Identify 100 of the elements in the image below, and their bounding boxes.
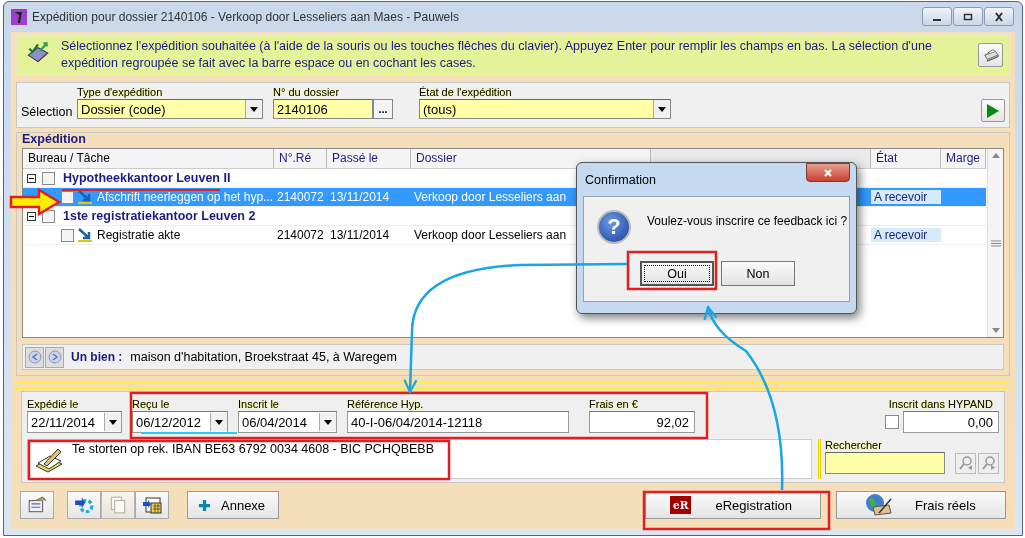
dropdown-field[interactable]: (tous) bbox=[419, 99, 671, 119]
collapse-icon[interactable] bbox=[27, 173, 36, 183]
magnifier-icon bbox=[980, 455, 997, 471]
close-button[interactable] bbox=[984, 7, 1014, 26]
caret-icon bbox=[109, 419, 117, 425]
scroll-grip-icon bbox=[990, 240, 1001, 247]
search-next-button[interactable] bbox=[978, 452, 999, 474]
dialog-title: Confirmation bbox=[584, 172, 656, 187]
collapse-icon[interactable] bbox=[27, 211, 36, 221]
field-label: Frais en € bbox=[589, 398, 639, 411]
property-label: Un bien : bbox=[71, 350, 123, 364]
pointer-arrow bbox=[9, 187, 62, 217]
caret-icon bbox=[658, 106, 666, 112]
input-field[interactable]: 2140106 bbox=[273, 99, 373, 119]
maximize-button[interactable] bbox=[953, 7, 983, 26]
office-name[interactable]: 1ste registratiekantoor Leuven 2 bbox=[63, 209, 256, 223]
date-field[interactable]: 22/11/2014 bbox=[27, 411, 122, 433]
printer-icon bbox=[981, 47, 1000, 63]
checkbox[interactable] bbox=[61, 228, 74, 242]
table-cell-text: Verkoop door Lesseliers aan bbox=[413, 228, 568, 242]
table-cell-text: 2140072 bbox=[276, 228, 325, 242]
office-name[interactable]: Hypotheekkantoor Leuven II bbox=[63, 171, 231, 185]
scroll-up-icon[interactable] bbox=[991, 153, 1000, 158]
minimize-icon bbox=[933, 18, 941, 21]
note-field[interactable]: Te storten op rek. IBAN BE63 6792 0034 4608 - BIC PCHQBEBB bbox=[27, 439, 812, 479]
checkbox[interactable] bbox=[885, 415, 899, 429]
question-icon: ? bbox=[597, 210, 631, 244]
status-cell: A recevoir bbox=[871, 228, 941, 242]
play-icon bbox=[987, 103, 999, 118]
close-icon bbox=[993, 11, 1005, 22]
caret-icon bbox=[215, 419, 223, 425]
column-header[interactable]: Passé le bbox=[327, 149, 411, 168]
previous-button[interactable] bbox=[25, 346, 44, 368]
app-icon bbox=[11, 9, 27, 25]
field-label: Expédié le bbox=[27, 398, 80, 411]
refresh-button[interactable] bbox=[67, 491, 101, 519]
field-label: Type d'expédition bbox=[77, 86, 164, 99]
print-button[interactable] bbox=[978, 43, 1003, 67]
instruction-text: Sélectionnez l'expédition souhaitée (à l'aide de la souris ou les touches flêches du clavier). Appuyez Enter pour remplir les champs en bas. La sélection d'une expédition regroupée se fait avec la barre espace ou en cochant les cases. bbox=[61, 38, 933, 72]
window-title: Expédition pour dossier 2140106 - Verkoop door Lesseliers aan Maes - Pauwels bbox=[32, 10, 459, 24]
field-label: Inscrit le bbox=[238, 398, 280, 411]
er-logo: eR bbox=[670, 496, 692, 514]
task-name: Afschrift neerleggen op het hyp... bbox=[97, 190, 274, 204]
copy-icon bbox=[108, 495, 128, 515]
scroll-down-icon[interactable] bbox=[991, 328, 1000, 333]
group-title: Expédition bbox=[22, 132, 87, 146]
table-cell-text: 13/11/2014 bbox=[329, 190, 391, 204]
column-header[interactable]: État bbox=[871, 149, 941, 168]
caret-icon bbox=[324, 419, 332, 425]
column-header[interactable]: Dossier bbox=[411, 149, 651, 168]
arrow-icon bbox=[77, 189, 93, 205]
next-button[interactable] bbox=[45, 346, 64, 368]
maximize-icon bbox=[962, 11, 974, 22]
amount-field[interactable]: 92,02 bbox=[589, 411, 695, 433]
amount-field[interactable]: 0,00 bbox=[903, 411, 999, 433]
field-label: Rechercher bbox=[825, 439, 883, 452]
browse-button[interactable]: ... bbox=[373, 99, 393, 119]
task-name: Registratie akte bbox=[97, 228, 181, 242]
plus-icon bbox=[198, 498, 211, 512]
close-icon bbox=[823, 167, 833, 178]
gear-arrow-icon bbox=[74, 495, 94, 515]
column-header[interactable]: Bureau / Tâche bbox=[23, 149, 274, 168]
field-label: N° du dossier bbox=[273, 86, 341, 99]
dialog-message: Voulez-vous inscrire ce feedback ici ? bbox=[647, 214, 848, 228]
date-field[interactable]: 06/12/2012 bbox=[132, 411, 228, 433]
notepad-pencil-icon bbox=[34, 446, 64, 474]
field-label: Référence Hyp. bbox=[347, 398, 425, 411]
column-header[interactable]: Marge bbox=[941, 149, 986, 168]
table-cell-text: 2140072 bbox=[276, 190, 325, 204]
input-field[interactable]: 40-I-06/04/2014-12118 bbox=[347, 411, 569, 433]
field-label: Inscrit dans HYPAND bbox=[888, 398, 993, 411]
eregistration-button[interactable]: eR eRegistration bbox=[645, 491, 821, 519]
run-button[interactable] bbox=[981, 99, 1005, 122]
properties-button[interactable] bbox=[20, 491, 54, 519]
checkbox[interactable] bbox=[42, 171, 55, 185]
yes-button[interactable]: Oui bbox=[640, 261, 714, 286]
table-cell-text: 13/11/2014 bbox=[329, 228, 391, 242]
search-field[interactable] bbox=[825, 452, 945, 474]
calculator-button[interactable] bbox=[135, 491, 169, 519]
arrow-icon bbox=[77, 227, 93, 243]
field-label: État de l'expédition bbox=[419, 86, 513, 99]
minimize-button[interactable] bbox=[922, 7, 952, 26]
search-previous-button[interactable] bbox=[955, 452, 976, 474]
property-text: maison d'habitation, Broekstraat 45, à Waregem bbox=[130, 350, 397, 364]
form-icon bbox=[27, 495, 47, 515]
column-header[interactable]: N°.Ré bbox=[274, 149, 327, 168]
actual-costs-button[interactable]: Frais réels bbox=[836, 491, 1006, 519]
field-label: Reçu le bbox=[132, 398, 171, 411]
dropdown-field[interactable]: Dossier (code) bbox=[77, 99, 263, 119]
globe-pencil-icon bbox=[863, 493, 893, 517]
annex-button[interactable]: Annexe bbox=[187, 491, 279, 519]
no-button[interactable]: Non bbox=[721, 261, 795, 286]
status-cell: A recevoir bbox=[871, 190, 941, 204]
selection-label: Sélection bbox=[21, 105, 73, 119]
close-button[interactable] bbox=[806, 163, 850, 182]
caret-icon bbox=[250, 106, 258, 112]
magnifier-icon bbox=[957, 455, 974, 471]
table-cell-text: Verkoop door Lesseliers aan bbox=[413, 190, 568, 204]
calculator-icon bbox=[142, 495, 162, 515]
date-field[interactable]: 06/04/2014 bbox=[238, 411, 337, 433]
